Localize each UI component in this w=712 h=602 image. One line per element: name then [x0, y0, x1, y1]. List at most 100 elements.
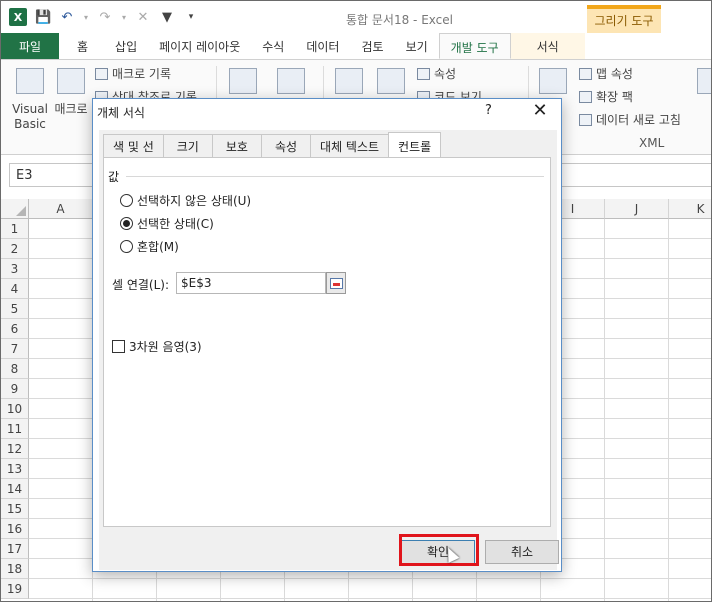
row-header[interactable]: 8 [1, 359, 29, 379]
row-header[interactable]: 4 [1, 279, 29, 299]
row-header[interactable]: 3 [1, 259, 29, 279]
column-header[interactable]: J [605, 199, 669, 219]
expansion-packs-button[interactable]: 확장 팩 [579, 88, 633, 105]
shading-3d-checkbox[interactable] [112, 340, 125, 353]
tab-insert[interactable]: 삽입 [104, 33, 148, 59]
radio-button[interactable] [120, 217, 133, 230]
row-header[interactable]: 6 [1, 319, 29, 339]
tab-home[interactable]: 홈 [59, 33, 104, 59]
row-header[interactable]: 9 [1, 379, 29, 399]
map-properties-button[interactable]: 맵 속성 [579, 65, 633, 82]
row-header[interactable]: 2 [1, 239, 29, 259]
name-box[interactable]: E3 [9, 163, 93, 187]
range-select-icon [329, 277, 343, 289]
radio-checked[interactable]: 선택한 상태(C) [120, 215, 214, 232]
gear-icon [229, 68, 257, 94]
select-all-button[interactable] [1, 199, 29, 219]
radio-mixed[interactable]: 혼합(M) [120, 238, 179, 255]
row-header[interactable]: 1 [1, 219, 29, 239]
addins-button[interactable] [227, 68, 259, 102]
format-object-dialog: 개체 서식 ? ✕ 색 및 선 크기 보호 속성 대체 텍스트 컨트롤 값 선택… [92, 98, 562, 572]
insert-control-button[interactable] [333, 68, 365, 102]
column-header[interactable]: K [669, 199, 711, 219]
row-header[interactable]: 12 [1, 439, 29, 459]
radio-button[interactable] [120, 194, 133, 207]
row-header[interactable]: 18 [1, 559, 29, 579]
xml-source-icon [539, 68, 567, 94]
row-header[interactable]: 17 [1, 539, 29, 559]
tab-properties[interactable]: 속성 [260, 134, 311, 158]
gear-list-icon [277, 68, 305, 94]
toolbox-icon [335, 68, 363, 94]
visual-basic-button[interactable]: Visual Basic [9, 68, 51, 132]
tab-format[interactable]: 서식 [510, 33, 585, 59]
design-mode-button[interactable] [375, 68, 407, 102]
xml-source-button[interactable] [537, 68, 569, 102]
radio-unchecked[interactable]: 선택하지 않은 상태(U) [120, 192, 251, 209]
import-button[interactable] [695, 68, 711, 102]
macros-label: 매크로 [54, 102, 88, 116]
chevron-down-icon[interactable]: ▾ [83, 13, 89, 22]
cancel-button[interactable]: 취소 [485, 540, 559, 564]
row-header[interactable]: 11 [1, 419, 29, 439]
tab-alt-text[interactable]: 대체 텍스트 [310, 134, 389, 158]
dialog-tabs: 색 및 선 크기 보호 속성 대체 텍스트 컨트롤 [103, 132, 442, 158]
row-header[interactable]: 19 [1, 579, 29, 599]
tab-colors-lines[interactable]: 색 및 선 [103, 134, 163, 158]
tab-review[interactable]: 검토 [350, 33, 394, 59]
help-button[interactable]: ? [485, 103, 492, 118]
shading-3d-option[interactable]: 3차원 음영(3) [112, 338, 202, 355]
chevron-down-icon[interactable]: ▾ [121, 13, 127, 22]
title-bar: X 💾 ↶ ▾ ↷ ▾ ✕ ▼ ▾ 통합 문서18 - Excel 그리기 도구 [1, 1, 711, 33]
formula-bar[interactable] [561, 163, 711, 187]
tab-control[interactable]: 컨트롤 [388, 132, 442, 158]
undo-icon[interactable]: ↶ [59, 10, 75, 25]
column-header[interactable]: A [29, 199, 93, 219]
control-panel: 값 선택하지 않은 상태(U) 선택한 상태(C) 혼합(M) 셀 연결(L):… [103, 157, 551, 527]
map-properties-label: 맵 속성 [596, 67, 633, 81]
delete-icon[interactable]: ✕ [135, 10, 151, 25]
refresh-data-label: 데이터 새로 고침 [596, 113, 681, 127]
excel-app-icon: X [9, 8, 27, 26]
radio-mixed-label: 혼합(M) [137, 240, 179, 254]
context-tab-group-label: 그리기 도구 [587, 5, 661, 33]
excel-window: X 💾 ↶ ▾ ↷ ▾ ✕ ▼ ▾ 통합 문서18 - Excel 그리기 도구… [0, 0, 712, 602]
refresh-data-button[interactable]: 데이터 새로 고침 [579, 111, 681, 128]
row-header[interactable]: 15 [1, 499, 29, 519]
dialog-body: 색 및 선 크기 보호 속성 대체 텍스트 컨트롤 값 선택하지 않은 상태(U… [99, 130, 559, 570]
close-icon[interactable]: ✕ [525, 99, 555, 123]
filter-icon[interactable]: ▼ [159, 10, 175, 25]
tab-developer[interactable]: 개발 도구 [438, 33, 511, 59]
tab-protection[interactable]: 보호 [211, 134, 261, 158]
tab-formulas[interactable]: 수식 [251, 33, 295, 59]
tab-data[interactable]: 데이터 [295, 33, 350, 59]
quick-access-toolbar: X 💾 ↶ ▾ ↷ ▾ ✕ ▼ ▾ [9, 8, 199, 26]
tab-view[interactable]: 보기 [395, 33, 439, 59]
save-icon[interactable]: 💾 [35, 10, 51, 25]
tab-size[interactable]: 크기 [162, 134, 212, 158]
record-icon [95, 68, 108, 80]
tab-page-layout[interactable]: 페이지 레이아웃 [148, 33, 251, 59]
redo-icon[interactable]: ↷ [97, 10, 113, 25]
row-header[interactable]: 16 [1, 519, 29, 539]
dialog-title: 개체 서식 [97, 106, 145, 120]
customize-qat-icon[interactable]: ▾ [183, 12, 199, 22]
visual-basic-icon [16, 68, 44, 94]
cell-link-input[interactable]: $E$3 [176, 272, 326, 294]
window-title: 통합 문서18 - Excel [346, 13, 453, 27]
properties-button[interactable]: 속성 [417, 65, 456, 82]
row-header[interactable]: 7 [1, 339, 29, 359]
tab-file[interactable]: 파일 [1, 33, 59, 59]
row-header[interactable]: 5 [1, 299, 29, 319]
row-header[interactable]: 10 [1, 399, 29, 419]
radio-button[interactable] [120, 240, 133, 253]
row-header[interactable]: 13 [1, 459, 29, 479]
collapse-dialog-button[interactable] [326, 272, 346, 294]
radio-unchecked-label: 선택하지 않은 상태(U) [137, 194, 252, 208]
map-properties-icon [579, 68, 592, 80]
record-macro-label: 매크로 기록 [112, 67, 172, 81]
row-header[interactable]: 14 [1, 479, 29, 499]
macros-button[interactable]: 매크로 [53, 68, 89, 117]
record-macro-button[interactable]: 매크로 기록 [95, 65, 171, 82]
com-addins-button[interactable] [275, 68, 307, 102]
